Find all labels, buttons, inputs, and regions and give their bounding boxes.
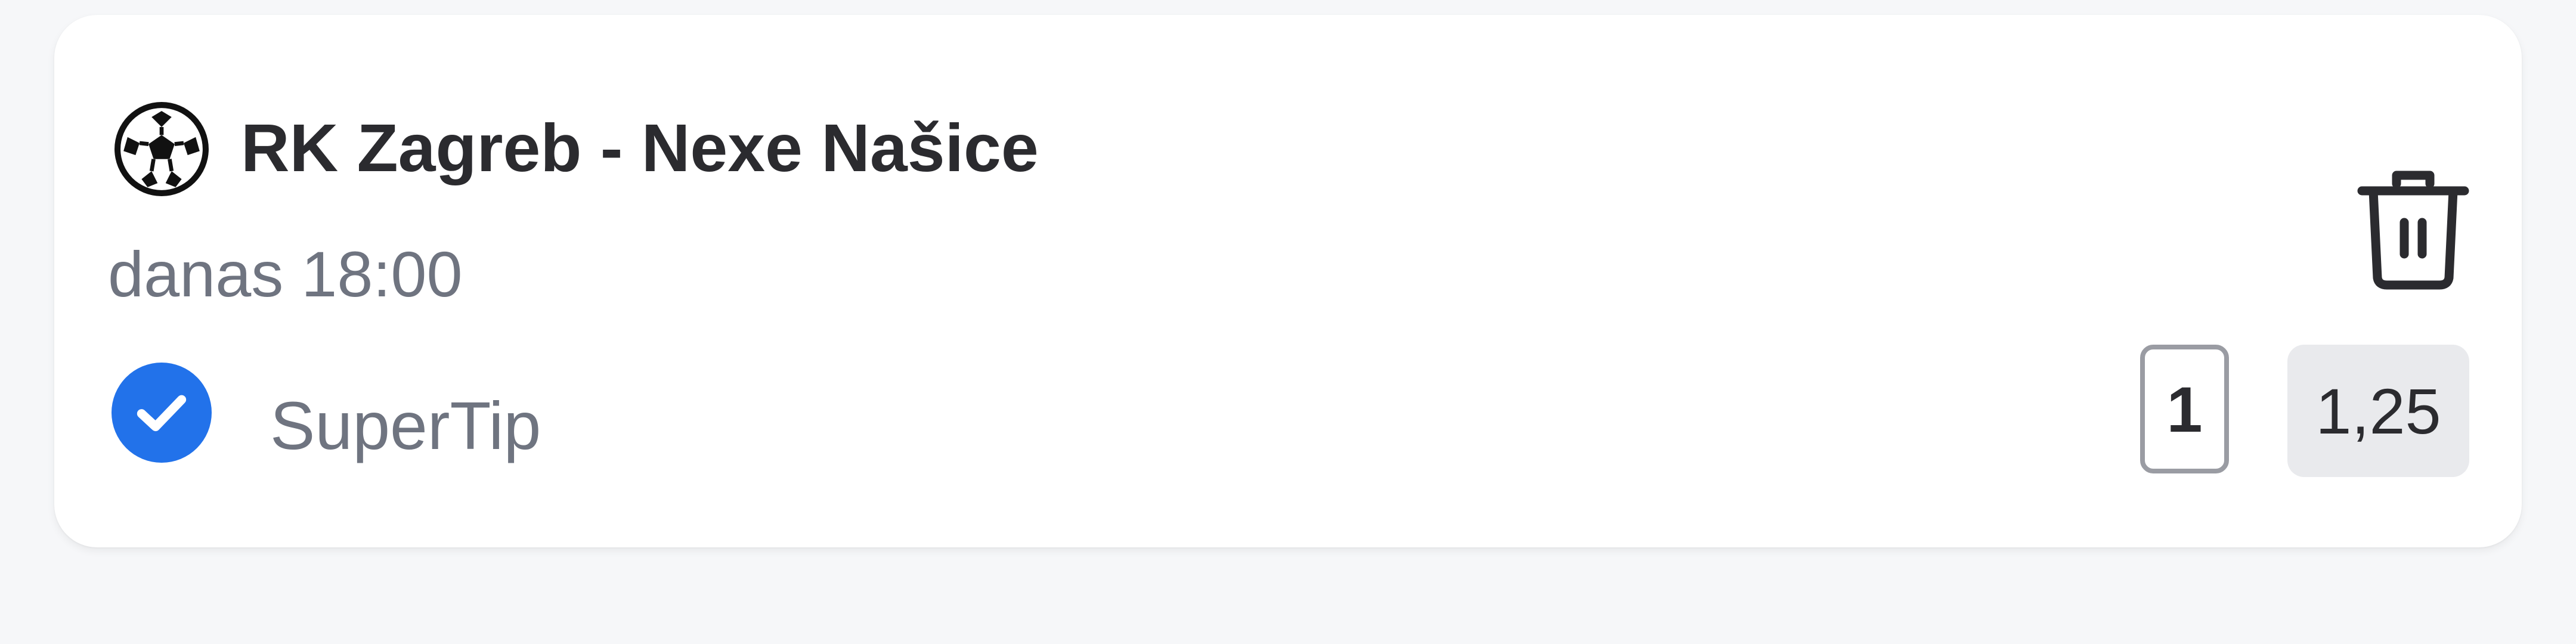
check-circle-icon [112, 363, 212, 463]
odds-value: 1,25 [2287, 345, 2469, 477]
pick-indicator: 1 [2140, 345, 2229, 473]
bet-slip-card: RK Zagreb - Nexe Našice danas 18:00 Supe… [54, 15, 2522, 547]
trash-icon [2357, 171, 2469, 290]
handball-ball-icon [114, 102, 209, 196]
match-time: danas 18:00 [108, 238, 463, 310]
match-title: RK Zagreb - Nexe Našice [241, 110, 1039, 185]
tip-name: SuperTip [270, 388, 541, 463]
delete-button[interactable] [2354, 166, 2473, 297]
